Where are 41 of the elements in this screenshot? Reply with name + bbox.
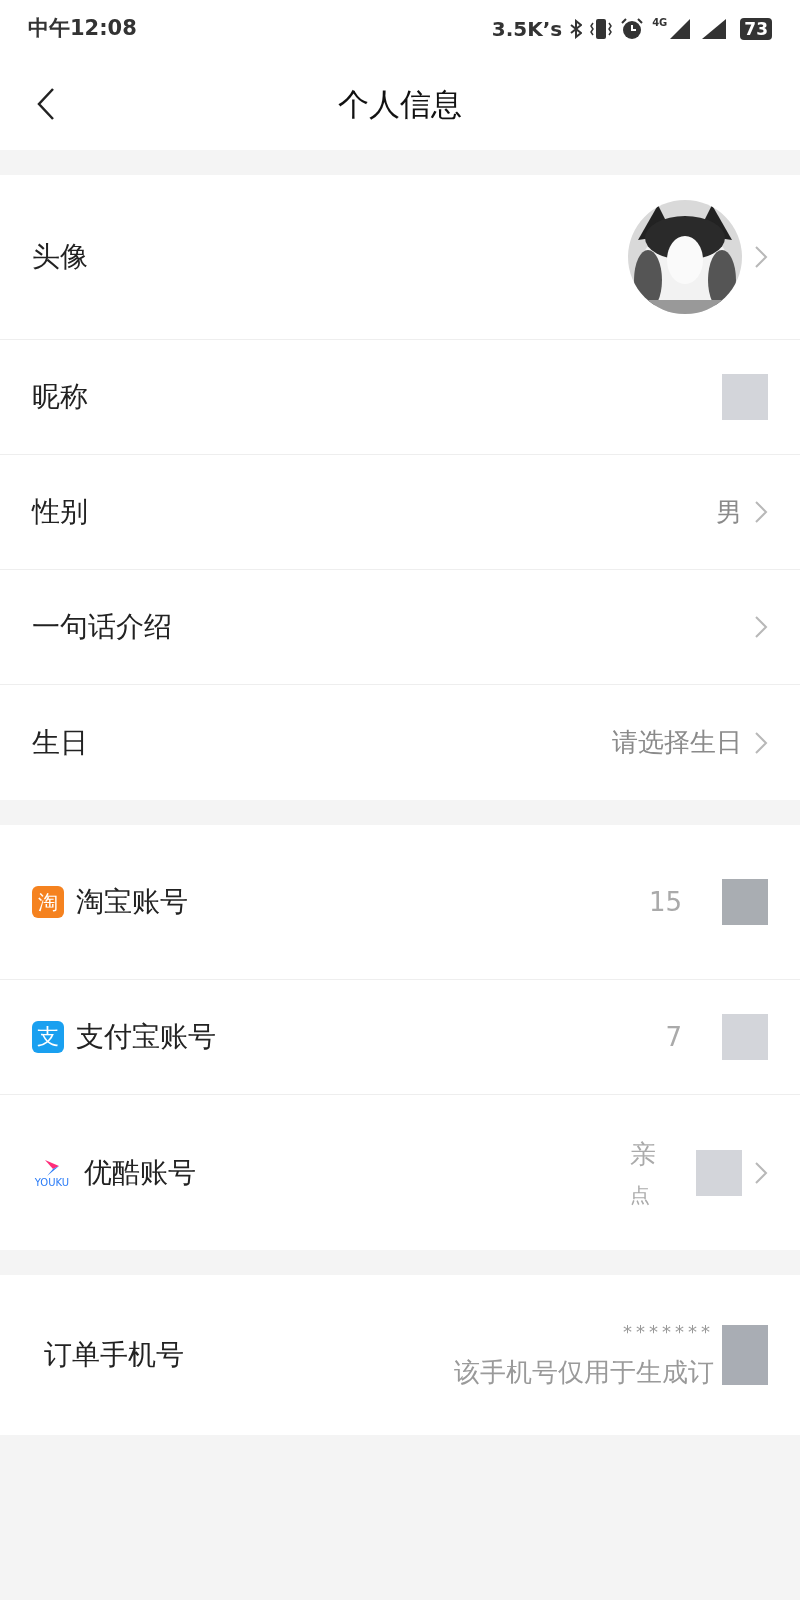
row-label: 支付宝账号 <box>76 1019 216 1055</box>
youku-app-icon <box>43 1157 61 1178</box>
youku-logo-text: YOUKU <box>34 1177 70 1188</box>
bluetooth-icon <box>570 19 583 39</box>
row-label: 昵称 <box>32 379 88 415</box>
row-value: 男 <box>716 495 742 529</box>
row-label: 优酷账号 <box>84 1154 196 1191</box>
row-label: 性别 <box>32 494 88 530</box>
chevron-right-icon <box>754 500 768 524</box>
cell-signal-icon <box>700 18 729 40</box>
chevron-right-icon <box>754 730 768 755</box>
mosaic-block <box>722 1014 768 1060</box>
chevron-right-icon <box>754 1160 768 1185</box>
chevron-right-icon <box>754 615 768 639</box>
network-speed: 3.5K’s <box>491 16 563 43</box>
masked-value: 15 <box>648 885 682 919</box>
chevron-right-icon <box>754 245 768 269</box>
mosaic-block <box>722 1325 768 1385</box>
alarm-icon <box>620 18 645 40</box>
page-title: 个人信息 <box>338 84 462 124</box>
cell-signal-icon <box>668 18 693 40</box>
mosaic-block <box>722 374 768 420</box>
mosaic-block <box>696 1149 742 1196</box>
row-label: 订单手机号 <box>44 1337 184 1373</box>
masked-value: 7 <box>665 1020 682 1054</box>
masked-phone-number: ******* <box>623 1320 714 1344</box>
status-time: 中午12:08 <box>28 15 137 43</box>
row-label: 淘宝账号 <box>76 884 188 920</box>
phone-note: 该手机号仅用于生成订 <box>454 1356 714 1389</box>
vibrate-icon <box>590 18 613 40</box>
mosaic-block <box>722 879 768 925</box>
row-value: 请选择生日 <box>612 726 742 759</box>
row-label: 头像 <box>32 239 88 275</box>
taobao-app-icon: 淘 <box>32 886 64 918</box>
network-type: 4G <box>652 18 668 28</box>
alipay-app-icon: 支 <box>32 1021 64 1053</box>
row-label: 生日 <box>32 724 88 761</box>
battery-indicator: 73 <box>740 18 772 40</box>
masked-value: 亲 <box>630 1138 656 1171</box>
row-label: 一句话介绍 <box>32 609 172 645</box>
masked-value: 点 <box>630 1182 651 1209</box>
